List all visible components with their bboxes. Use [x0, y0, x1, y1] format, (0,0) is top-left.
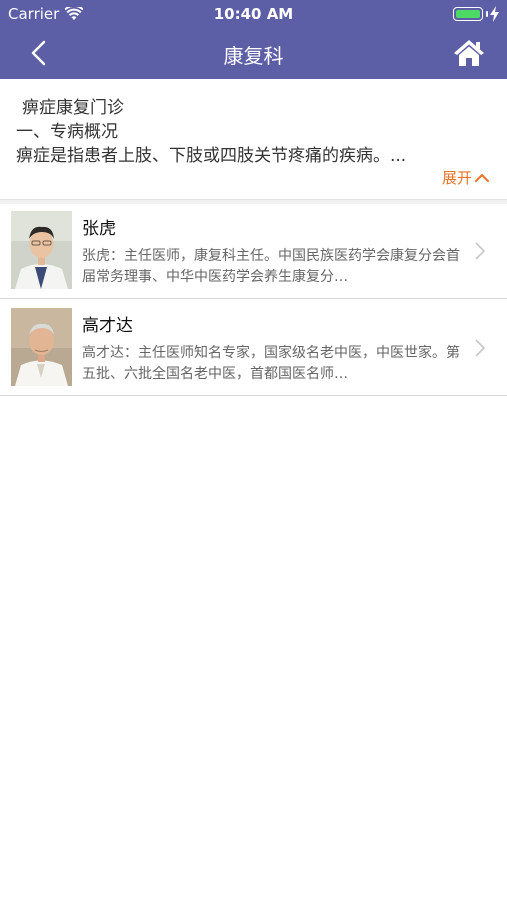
doctor-bio: 张虎：主任医师，康复科主任。中国民族医药学会康复分会首届常务理事、中华中医药学会… [82, 248, 460, 285]
intro-title: 痹症康复门诊 [22, 98, 124, 118]
intro-line-1: 一、专病概况 [16, 122, 118, 142]
page-title: 康复科 [223, 44, 284, 68]
chevron-right-icon [475, 242, 485, 260]
status-bar: Carrier 10:40 AM [0, 0, 507, 28]
chevron-right-icon [475, 339, 485, 357]
doctor-bio: 高才达：主任医师知名专家，国家级名老中医，中医世家。第五批、六批全国名老中医，首… [82, 345, 460, 382]
home-icon[interactable] [453, 38, 485, 68]
expand-button[interactable]: 展开 [442, 167, 489, 188]
doctor-list-item[interactable]: 高才达 高才达：主任医师知名专家，国家级名老中医，中医世家。第五批、六批全国名老… [0, 301, 507, 396]
battery-icon [453, 7, 483, 21]
doctor-avatar [11, 308, 72, 386]
doctor-name: 张虎 [82, 219, 116, 239]
charging-bolt-icon [490, 6, 499, 22]
chevron-up-icon [475, 173, 489, 182]
battery-level [456, 10, 480, 18]
doctor-list-item[interactable]: 张虎 张虎：主任医师，康复科主任。中国民族医药学会康复分会首届常务理事、中华中医… [0, 204, 507, 299]
intro-line-2: 痹症是指患者上肢、下肢或四肢关节疼痛的疾病。... [16, 146, 407, 166]
department-intro: 痹症康复门诊 一、专病概况 痹症是指患者上肢、下肢或四肢关节疼痛的疾病。... … [0, 79, 507, 200]
doctor-name: 高才达 [82, 316, 133, 336]
status-time: 10:40 AM [213, 5, 294, 23]
doctor-avatar [11, 211, 72, 289]
battery-tip [486, 11, 488, 17]
nav-bar: 康复科 [0, 28, 507, 79]
expand-label: 展开 [441, 169, 472, 187]
